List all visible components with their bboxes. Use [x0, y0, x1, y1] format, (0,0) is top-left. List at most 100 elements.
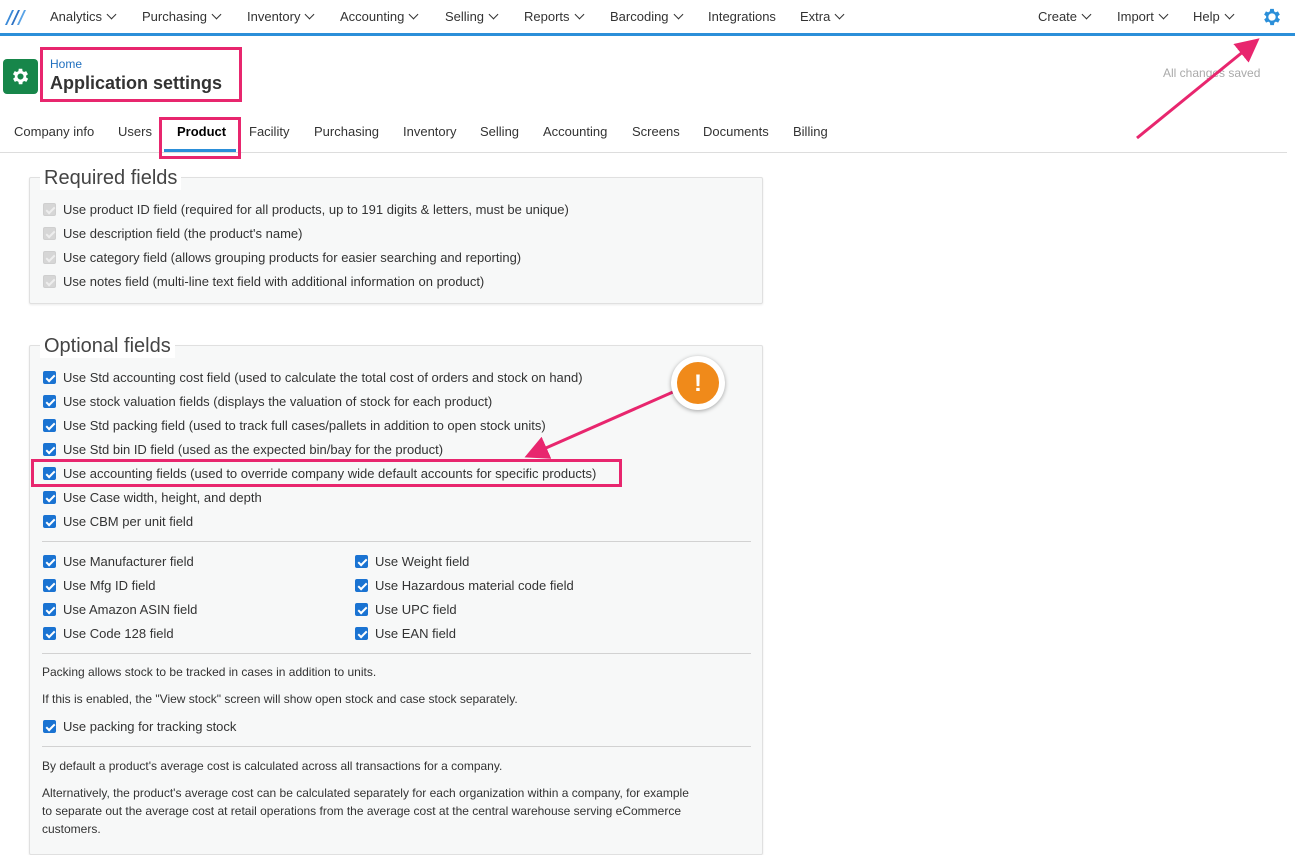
- checkbox-icon[interactable]: [355, 579, 368, 592]
- nav-inventory[interactable]: Inventory: [247, 9, 315, 24]
- nav-label: Inventory: [247, 9, 301, 24]
- nav-purchasing[interactable]: Purchasing: [142, 9, 222, 24]
- checkbox-icon[interactable]: [43, 371, 56, 384]
- nav-selling[interactable]: Selling: [445, 9, 499, 24]
- nav-label: Accounting: [340, 9, 405, 24]
- checkbox-icon[interactable]: [355, 555, 368, 568]
- nav-integrations[interactable]: Integrations: [708, 9, 776, 24]
- average-cost-alternative: Alternatively, the product's average cos…: [42, 786, 689, 836]
- checkbox-icon[interactable]: [43, 720, 56, 733]
- checkbox-icon[interactable]: [43, 395, 56, 408]
- checkbox-label: Use Hazardous material code field: [375, 578, 574, 593]
- checkbox-icon: [43, 251, 56, 264]
- checkbox-label: Use Mfg ID field: [63, 578, 156, 593]
- checkbox-label: Use category field (allows grouping prod…: [63, 250, 522, 265]
- packing-description: Packing allows stock to be tracked in ca…: [42, 665, 377, 679]
- checkbox-icon[interactable]: [43, 627, 56, 640]
- highlight-box-product-tab: [159, 117, 241, 159]
- checkbox-label: Use EAN field: [375, 626, 456, 641]
- required-fields-panel: Required fields Use product ID field (re…: [29, 167, 763, 304]
- tab-accounting[interactable]: Accounting: [543, 124, 607, 139]
- checkbox-label: Use stock valuation fields (displays the…: [63, 394, 493, 409]
- nav-reports[interactable]: Reports: [524, 9, 584, 24]
- tab-inventory[interactable]: Inventory: [403, 124, 456, 139]
- warning-mark: !: [694, 370, 702, 397]
- chevron-down-icon: [211, 9, 222, 20]
- settings-app-icon: [3, 59, 38, 94]
- warning-badge: !: [675, 360, 721, 406]
- checkbox-label: Use Std bin ID field (used as the expect…: [63, 442, 444, 457]
- checkbox-label: Use UPC field: [375, 602, 457, 617]
- checkbox-label: Use Code 128 field: [63, 626, 174, 641]
- divider: [42, 653, 751, 654]
- nav-label: Extra: [800, 9, 831, 24]
- optional-fields-legend: Optional fields: [40, 335, 175, 358]
- checkbox-icon[interactable]: [43, 555, 56, 568]
- gear-icon[interactable]: [1261, 6, 1283, 28]
- checkbox-icon[interactable]: [43, 579, 56, 592]
- nav-extra[interactable]: Extra: [800, 9, 845, 24]
- checkbox-icon[interactable]: [43, 419, 56, 432]
- tab-billing[interactable]: Billing: [793, 124, 828, 139]
- nav-import[interactable]: Import: [1117, 9, 1169, 24]
- nav-label: Integrations: [708, 9, 776, 24]
- nav-label: Analytics: [50, 9, 103, 24]
- nav-label: Import: [1117, 9, 1154, 24]
- optional-fields-panel: Optional fields Use Std accounting cost …: [29, 335, 763, 855]
- checkbox-label: Use Manufacturer field: [63, 554, 194, 569]
- checkbox-label: Use Amazon ASIN field: [63, 602, 198, 617]
- checkbox-label: Use Weight field: [375, 554, 470, 569]
- divider: [42, 746, 751, 747]
- checkbox-label: Use CBM per unit field: [63, 514, 194, 529]
- nav-barcoding[interactable]: Barcoding: [610, 9, 683, 24]
- chevron-down-icon: [673, 9, 683, 20]
- nav-analytics[interactable]: Analytics: [50, 9, 117, 24]
- top-navigation-bar: Analytics Purchasing Inventory Accountin…: [0, 0, 1295, 36]
- nav-label: Purchasing: [142, 9, 208, 24]
- nav-label: Help: [1193, 9, 1220, 24]
- tab-purchasing[interactable]: Purchasing: [314, 124, 379, 139]
- checkbox-icon[interactable]: [43, 515, 56, 528]
- gear-icon: [12, 68, 29, 85]
- checkbox-label: Use notes field (multi-line text field w…: [63, 274, 485, 289]
- tab-selling[interactable]: Selling: [480, 124, 519, 139]
- tab-users[interactable]: Users: [118, 124, 152, 139]
- tab-screens[interactable]: Screens: [632, 124, 680, 139]
- nav-create[interactable]: Create: [1038, 9, 1092, 24]
- checkbox-icon: [43, 203, 56, 216]
- tab-facility[interactable]: Facility: [249, 124, 289, 139]
- checkbox-icon[interactable]: [43, 603, 56, 616]
- nav-label: Reports: [524, 9, 570, 24]
- checkbox-label: Use product ID field (required for all p…: [63, 202, 569, 217]
- chevron-down-icon: [488, 9, 499, 20]
- required-fields-legend: Required fields: [40, 167, 182, 190]
- nav-help[interactable]: Help: [1193, 9, 1235, 24]
- packing-description-detail: If this is enabled, the "View stock" scr…: [42, 692, 518, 706]
- warning-icon: !: [671, 356, 725, 410]
- tab-documents[interactable]: Documents: [703, 124, 769, 139]
- checkbox-icon: [43, 275, 56, 288]
- chevron-down-icon: [305, 9, 315, 20]
- chevron-down-icon: [408, 9, 419, 20]
- checkbox-label: Use Case width, height, and depth: [63, 490, 262, 505]
- highlight-box-title: [40, 47, 242, 102]
- divider: [42, 541, 751, 542]
- checkbox-label: Use Std packing field (used to track ful…: [63, 418, 546, 433]
- nav-label: Selling: [445, 9, 485, 24]
- average-cost-description: By default a product's average cost is c…: [42, 759, 503, 773]
- logo-icon[interactable]: [3, 7, 27, 27]
- save-status: All changes saved: [1163, 66, 1261, 80]
- nav-label: Create: [1038, 9, 1078, 24]
- checkbox-icon[interactable]: [355, 603, 368, 616]
- checkbox-icon[interactable]: [43, 491, 56, 504]
- checkbox-icon[interactable]: [43, 443, 56, 456]
- checkbox-icon[interactable]: [355, 627, 368, 640]
- chevron-down-icon: [1224, 9, 1235, 20]
- chevron-down-icon: [574, 9, 584, 20]
- checkbox-label: Use description field (the product's nam…: [63, 226, 303, 241]
- nav-accounting[interactable]: Accounting: [340, 9, 419, 24]
- chevron-down-icon: [1158, 9, 1169, 20]
- tab-company-info[interactable]: Company info: [14, 124, 94, 139]
- chevron-down-icon: [834, 9, 845, 20]
- nav-label: Barcoding: [610, 9, 669, 24]
